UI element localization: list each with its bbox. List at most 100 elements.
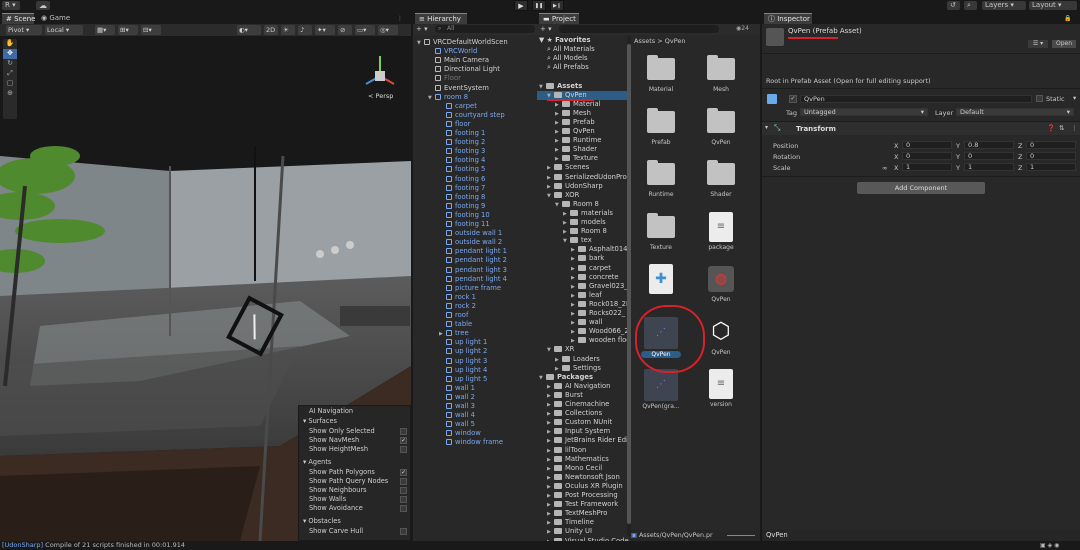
grid-snap-button[interactable]: ▦▾ (95, 25, 115, 35)
hierarchy-item[interactable]: up light 5 (413, 375, 537, 384)
project-tree-item[interactable]: ▶ Gravel023_ (537, 282, 629, 291)
project-tree-item[interactable]: ▶ Texture (537, 154, 629, 163)
static-dropdown-icon[interactable]: ▾ (1073, 94, 1076, 102)
camera-settings-dropdown[interactable]: ▭▾ (355, 25, 375, 35)
hierarchy-item[interactable]: floor (413, 120, 537, 129)
show-only-selected-checkbox[interactable] (400, 428, 407, 435)
active-checkbox[interactable]: ✓ (789, 95, 797, 103)
hierarchy-item[interactable]: pendant light 2 (413, 256, 537, 265)
thumbnail-size-slider[interactable] (727, 535, 755, 536)
local-dropdown[interactable]: Local ▾ (45, 25, 83, 35)
hierarchy-item[interactable]: wall 5 (413, 420, 537, 429)
tab-game[interactable]: ◉ Game (37, 13, 77, 24)
project-tree-item[interactable]: ▶ Oculus XR Plugin (537, 482, 629, 491)
presets-icon[interactable]: ⇅ (1059, 124, 1064, 132)
project-tree-item[interactable]: ▶ Loaders (537, 355, 629, 364)
tree-scrollbar-thumb[interactable] (627, 44, 631, 524)
mode-2d-button[interactable]: 2D (264, 25, 278, 35)
agents-foldout[interactable]: ▾ Agents (303, 458, 331, 466)
hierarchy-add-button[interactable]: + ▾ (416, 25, 428, 33)
hierarchy-item[interactable]: outside wall 1 (413, 229, 537, 238)
project-tree-item[interactable]: ▶ Newtonsoft Json (537, 473, 629, 482)
rotation-x-input[interactable]: 0 (902, 152, 952, 160)
hierarchy-item[interactable]: ▼ room 8 (413, 93, 537, 102)
asset-item[interactable]: ≡ version (695, 369, 747, 421)
project-tree-item[interactable]: ▼ XOR (537, 191, 629, 200)
status-icons[interactable]: ▣ ◈ ◉ (1040, 541, 1059, 550)
hierarchy-item[interactable]: ▼ VRCDefaultWorldScen (413, 38, 537, 47)
lighting-toggle-icon[interactable]: ☀ (281, 25, 295, 35)
rect-tool-icon[interactable]: ▢ (3, 79, 17, 89)
asset-item[interactable]: Mesh (695, 54, 747, 106)
open-prefab-button[interactable]: Open (1052, 40, 1076, 48)
status-bar[interactable]: [UdonSharp] Compile of 21 scripts finish… (0, 541, 1080, 550)
hierarchy-item[interactable]: footing 6 (413, 175, 537, 184)
show-navmesh-checkbox[interactable]: ✓ (400, 437, 407, 444)
add-component-button[interactable]: Add Component (857, 182, 985, 194)
project-tree-item[interactable]: ▼ XR (537, 345, 629, 354)
project-tree-item[interactable]: ▶ Cinemachine (537, 400, 629, 409)
asset-item[interactable]: Texture (635, 212, 687, 264)
hierarchy-item[interactable]: Directional Light (413, 65, 537, 74)
link-scale-icon[interactable]: ∞ (882, 164, 887, 172)
hierarchy-item[interactable]: footing 3 (413, 147, 537, 156)
asset-item[interactable]: Shader (695, 159, 747, 211)
project-tree-item[interactable]: ▶ Rocks022_ (537, 309, 629, 318)
scale-y-input[interactable]: 1 (964, 163, 1014, 171)
overrides-dropdown[interactable]: ☰ ▾ (1028, 40, 1048, 48)
project-tree-item[interactable]: ▶ TextMeshPro (537, 509, 629, 518)
asset-item[interactable]: Material (635, 54, 687, 106)
snap-settings-button[interactable]: ⊟▾ (141, 25, 161, 35)
show-neighbours-checkbox[interactable] (400, 487, 407, 494)
step-button[interactable]: ▶❙ (550, 0, 564, 11)
project-tree-item[interactable]: ▼ Assets (537, 82, 629, 91)
pause-button[interactable]: ❚❚ (532, 0, 546, 11)
project-add-button[interactable]: + ▾ (540, 25, 552, 33)
cloud-icon[interactable]: ☁ (36, 1, 50, 10)
asset-item[interactable]: Runtime (635, 159, 687, 211)
project-tree-item[interactable]: ▼ ★ Favorites (537, 36, 629, 45)
hierarchy-item[interactable]: window frame (413, 438, 537, 447)
hierarchy-item[interactable]: picture frame (413, 284, 537, 293)
project-tree-item[interactable]: ▶ wall (537, 318, 629, 327)
hierarchy-item[interactable]: roof (413, 311, 537, 320)
hierarchy-item[interactable]: footing 10 (413, 211, 537, 220)
scale-tool-icon[interactable]: ⤢ (3, 69, 17, 79)
layout-dropdown[interactable]: Layout ▾ (1029, 1, 1077, 10)
project-tree-item[interactable]: ▶ Test Framework (537, 500, 629, 509)
hierarchy-item[interactable]: up light 2 (413, 347, 537, 356)
project-tree-item[interactable]: ⌕ All Prefabs (537, 63, 629, 72)
static-checkbox[interactable] (1036, 95, 1043, 102)
project-tree-item[interactable]: ▶ JetBrains Rider Edi (537, 436, 629, 445)
project-tree-item[interactable]: ▶ Custom NUnit (537, 418, 629, 427)
history-icon[interactable]: ↺ (947, 1, 960, 10)
project-tree-item[interactable]: ▶ carpet (537, 264, 629, 273)
visibility-icon[interactable]: ⊘ (338, 25, 352, 35)
project-tree-item[interactable]: ▶ Rock018_2K (537, 300, 630, 309)
show-avoidance-checkbox[interactable] (400, 505, 407, 512)
rotation-y-input[interactable]: 0 (964, 152, 1014, 160)
project-tree-item[interactable]: ▶ lilToon (537, 446, 629, 455)
view-tool-icon[interactable]: ✋ (3, 39, 17, 49)
hierarchy-item[interactable]: footing 5 (413, 165, 537, 174)
hierarchy-item[interactable]: window (413, 429, 537, 438)
project-tree-item[interactable]: ▶ Collections (537, 409, 629, 418)
project-tree-item[interactable]: ▼ Packages (537, 373, 629, 382)
hierarchy-item[interactable]: footing 11 (413, 220, 537, 229)
obstacles-foldout[interactable]: ▾ Obstacles (303, 517, 341, 525)
project-tree-item[interactable]: ▶ Wood066_2 (537, 327, 629, 336)
more-icon[interactable]: ⋮ (1071, 124, 1078, 132)
hierarchy-item[interactable]: wall 3 (413, 402, 537, 411)
position-z-input[interactable]: 0 (1026, 141, 1076, 149)
project-tree-item[interactable]: ▶ Runtime (537, 136, 629, 145)
show-path-polygons-checkbox[interactable]: ✓ (400, 469, 407, 476)
hierarchy-item[interactable]: outside wall 2 (413, 238, 537, 247)
hierarchy-item[interactable]: courtyard step (413, 111, 537, 120)
project-tree-item[interactable]: ▶ wooden floo (537, 336, 630, 345)
project-tree-item[interactable]: ▶ Scenes (537, 163, 629, 172)
increment-snap-button[interactable]: ⊞▾ (118, 25, 138, 35)
project-tree-item[interactable]: ▶ Settings (537, 364, 629, 373)
hierarchy-item[interactable]: up light 1 (413, 338, 537, 347)
hierarchy-item[interactable]: EventSystem (413, 84, 537, 93)
project-tree-item[interactable]: ▶ leaf (537, 291, 629, 300)
